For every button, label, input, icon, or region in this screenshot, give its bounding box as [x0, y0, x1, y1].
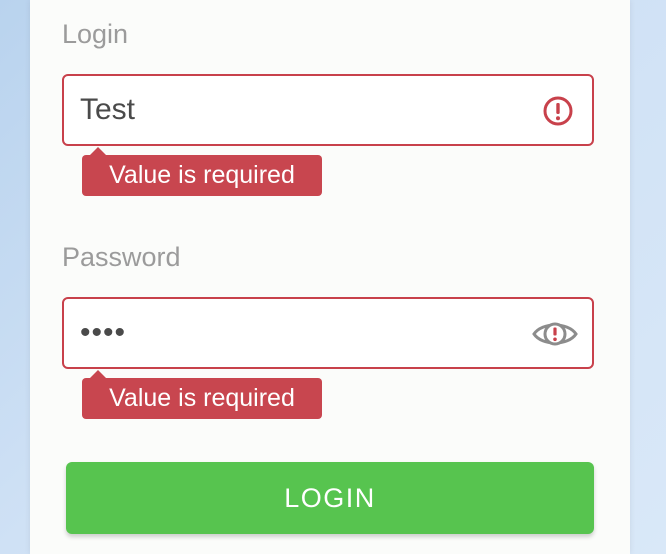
login-label: Login — [62, 19, 129, 49]
login-input[interactable] — [80, 76, 520, 144]
login-input-box[interactable] — [62, 74, 594, 146]
error-icon — [543, 96, 573, 126]
login-error-tooltip: Value is required — [82, 147, 322, 196]
password-label: Password — [62, 242, 181, 272]
login-button[interactable]: LOGIN — [66, 462, 594, 534]
password-input[interactable] — [80, 299, 520, 367]
login-form-card: Login Value is required Password Value i… — [30, 0, 630, 554]
show-password-eye-icon[interactable] — [532, 317, 578, 351]
password-input-box[interactable] — [62, 297, 594, 369]
password-error-tooltip: Value is required — [82, 370, 322, 419]
